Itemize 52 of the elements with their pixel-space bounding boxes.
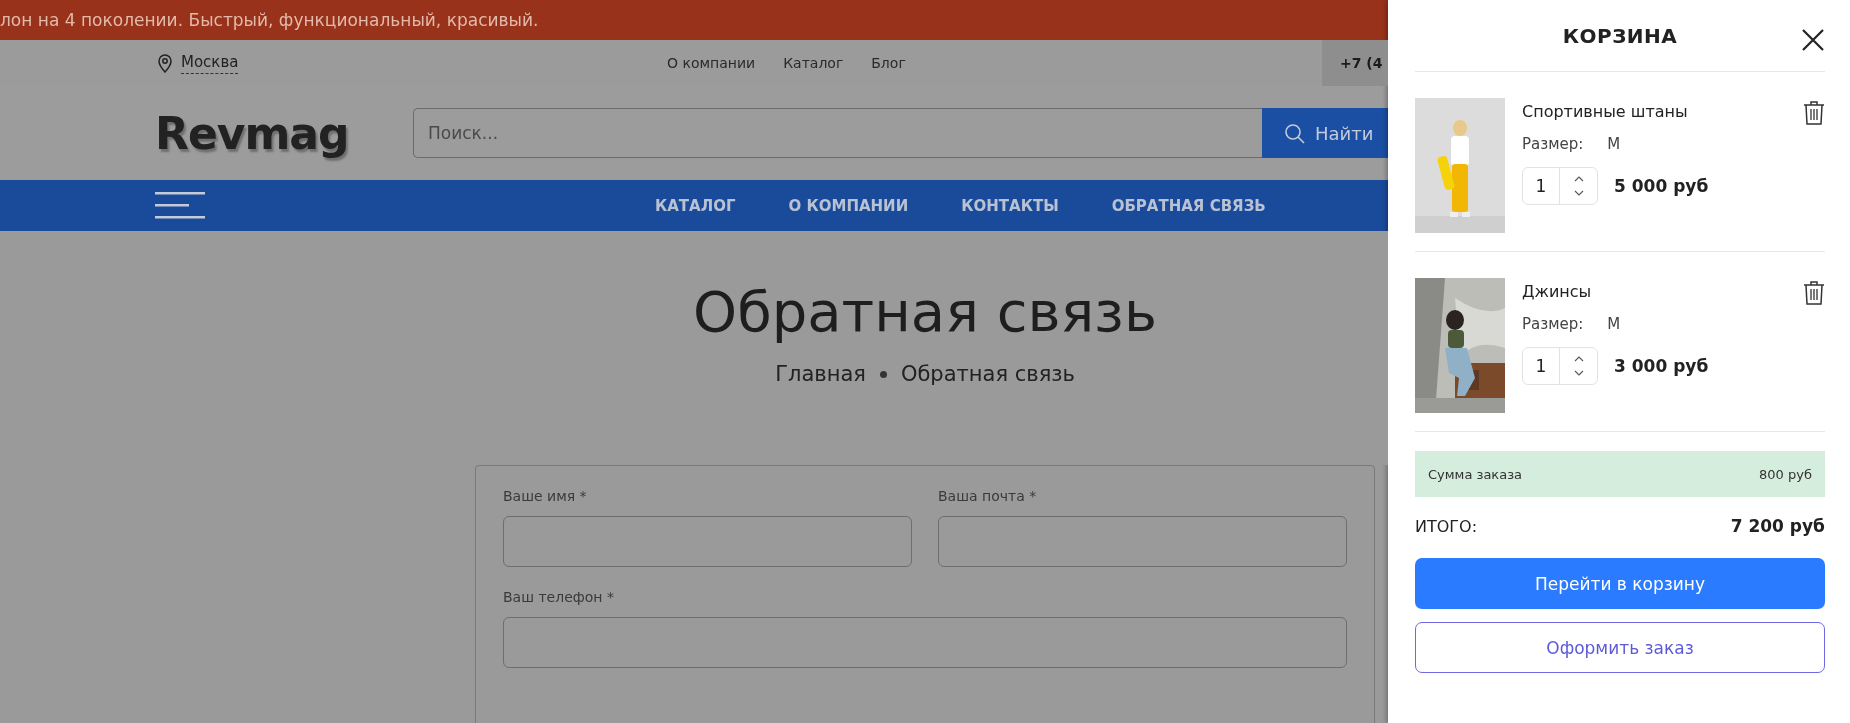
item-price: 5 000 руб: [1614, 176, 1709, 196]
size-value: М: [1607, 315, 1621, 333]
checkout-button[interactable]: Оформить заказ: [1415, 622, 1825, 673]
breadcrumb-link[interactable]: Обратная связь: [900, 362, 1075, 386]
size-value: М: [1607, 135, 1621, 153]
search-button[interactable]: Найти: [1262, 108, 1388, 158]
chevron-down-icon[interactable]: [1573, 370, 1584, 376]
top-link[interactable]: Блог: [871, 55, 906, 71]
page-title: Обратная связь: [693, 279, 1157, 344]
top-link[interactable]: Каталог: [783, 55, 844, 71]
input-field[interactable]: [503, 516, 912, 567]
nav-link[interactable]: О КОМПАНИИ: [788, 196, 909, 215]
phone-number[interactable]: +7 (4: [1340, 55, 1383, 71]
close-icon[interactable]: [1801, 28, 1825, 52]
order-sum-value: 800 руб: [1759, 466, 1812, 482]
total-label: ИТОГО:: [1415, 516, 1478, 536]
item-price: 3 000 руб: [1614, 356, 1709, 376]
chevron-up-icon[interactable]: [1573, 176, 1584, 182]
input-field[interactable]: [503, 617, 1347, 668]
nav-link[interactable]: ОБРАТНАЯ СВЯЗЬ: [1111, 196, 1266, 215]
total-value: 7 200 руб: [1730, 516, 1825, 536]
size-label: Размер:: [1522, 315, 1584, 333]
menu-icon[interactable]: [155, 192, 205, 219]
field-label: Ваше имя *: [503, 488, 588, 504]
location-pin-icon: [157, 53, 173, 73]
quantity-stepper[interactable]: 1: [1522, 347, 1598, 385]
breadcrumb-separator-icon: [879, 370, 887, 378]
product-name[interactable]: Джинсы: [1522, 282, 1709, 301]
breadcrumb-link[interactable]: Главная: [775, 362, 866, 386]
input-field[interactable]: [938, 516, 1347, 567]
site-logo[interactable]: Revmag: [155, 107, 413, 159]
product-name[interactable]: Спортивные штаны: [1522, 102, 1709, 121]
field-label: Ваш телефон *: [503, 589, 615, 605]
quantity-field[interactable]: 1: [1523, 168, 1560, 204]
order-sum-label: Сумма заказа: [1428, 466, 1523, 482]
search-icon: [1284, 122, 1305, 144]
quantity-stepper[interactable]: 1: [1522, 167, 1598, 205]
quantity-field[interactable]: 1: [1523, 348, 1560, 384]
size-label: Размер:: [1522, 135, 1584, 153]
nav-link[interactable]: КАТАЛОГ: [655, 196, 736, 215]
trash-icon[interactable]: [1803, 280, 1825, 306]
go-to-cart-button[interactable]: Перейти в корзину: [1415, 558, 1825, 609]
chevron-down-icon[interactable]: [1573, 190, 1584, 196]
search-field[interactable]: Поиск...: [413, 108, 1262, 158]
promo-text: лон на 4 поколении. Быстрый, функциональный, красивый.: [0, 9, 540, 32]
trash-icon[interactable]: [1803, 100, 1825, 126]
nav-link[interactable]: КОНТАКТЫ: [961, 196, 1059, 215]
chevron-up-icon[interactable]: [1573, 356, 1584, 362]
cart-title: КОРЗИНА: [1562, 23, 1678, 48]
city-link[interactable]: Москва: [181, 52, 239, 74]
top-link[interactable]: О компании: [667, 55, 756, 71]
field-label: Ваша почта *: [938, 488, 1038, 504]
